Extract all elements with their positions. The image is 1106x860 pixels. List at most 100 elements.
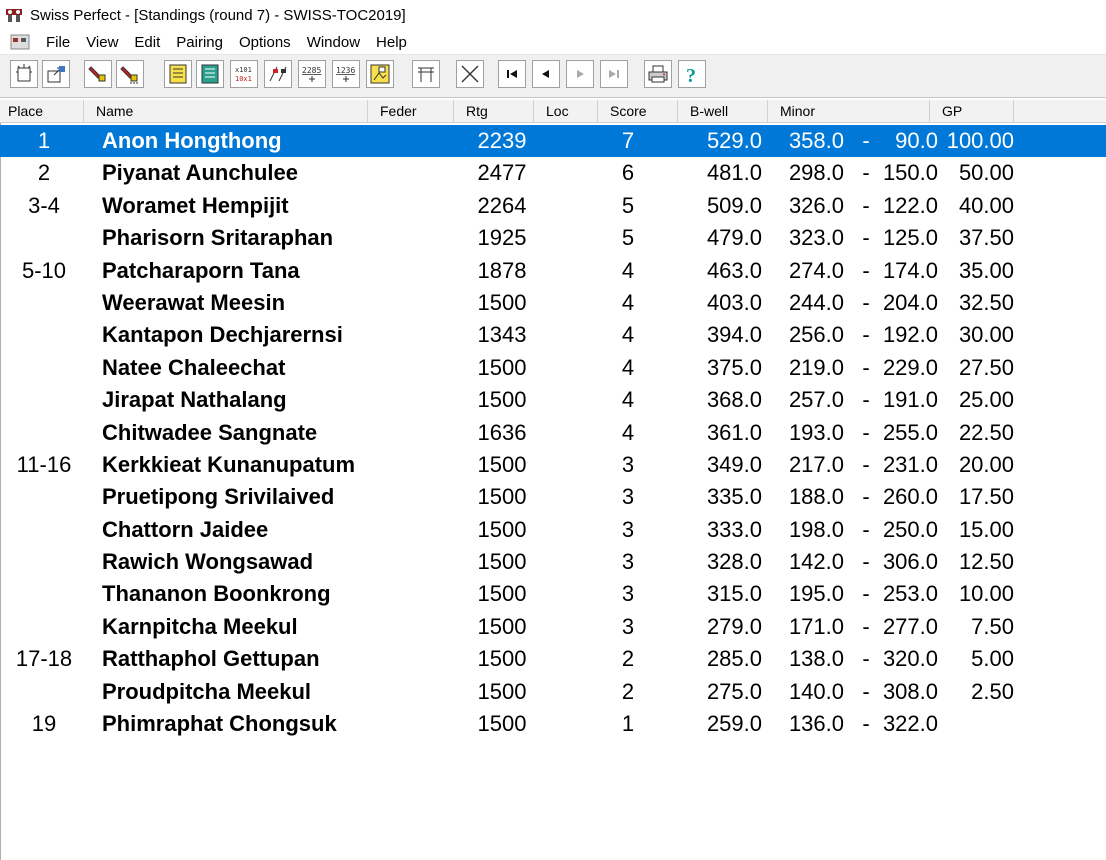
grid-numbers-button[interactable]: x101 10x1 — [230, 60, 258, 88]
cell-rtg: 1500 — [477, 711, 527, 737]
svg-text:x101: x101 — [235, 66, 252, 74]
svg-text:?: ? — [686, 65, 696, 85]
cell-minor-a: 323.0 — [788, 225, 844, 251]
cell-minor-b: 90.0 — [895, 128, 938, 153]
new-icon — [16, 64, 32, 82]
previous-round-icon — [542, 70, 549, 78]
last-round-button[interactable] — [600, 60, 628, 88]
table-row[interactable]: Rawich Wongsawad 1500 3 328.0 142.0 - 30… — [0, 546, 1106, 578]
new-button[interactable] — [10, 60, 38, 88]
column-header: Place Name Feder Rtg Loc Score B-well Mi… — [0, 100, 1106, 123]
cell-score: 4 — [621, 387, 635, 413]
cell-name: Kerkkieat Kunanupatum — [102, 451, 356, 477]
cell-rtg: 2239 — [477, 128, 527, 153]
ratings-2285-button[interactable]: 2285 — [298, 60, 326, 88]
table-row[interactable]: Thananon Boonkrong 1500 3 315.0 195.0 - … — [0, 578, 1106, 610]
crossed-swords-icon — [461, 65, 479, 83]
select-more-button[interactable] — [116, 60, 144, 88]
cell-name: Phimraphat Chongsuk — [102, 711, 337, 737]
next-round-icon — [577, 70, 584, 78]
table-row[interactable]: 1 Anon Hongthong 2239 7 529.0 358.0 - 90… — [0, 125, 1106, 158]
pairing-flags-button[interactable] — [264, 60, 292, 88]
print-button[interactable] — [644, 60, 672, 88]
cell-minor-a: 138.0 — [788, 646, 844, 672]
menu-options[interactable]: Options — [231, 34, 299, 51]
col-place[interactable]: Place — [0, 100, 84, 122]
cell-gp: 20.00 — [958, 451, 1014, 477]
document-menu-icon[interactable] — [10, 34, 30, 50]
first-round-button[interactable] — [498, 60, 526, 88]
cell-gp: 100.00 — [946, 128, 1014, 153]
first-round-icon — [507, 70, 517, 78]
col-rtg[interactable]: Rtg — [454, 100, 534, 122]
cell-rtg: 2264 — [477, 192, 527, 218]
cell-minor-a: 244.0 — [788, 289, 844, 315]
table-row[interactable]: 19 Phimraphat Chongsuk 1500 1 259.0 136.… — [0, 708, 1106, 740]
table-row[interactable]: 5-10 Patcharaporn Tana 1878 4 463.0 274.… — [0, 255, 1106, 287]
col-score[interactable]: Score — [598, 100, 678, 122]
cell-rtg: 1500 — [477, 484, 527, 510]
menu-file[interactable]: File — [38, 34, 78, 51]
cell-score: 7 — [621, 128, 635, 153]
help-button[interactable]: ? — [678, 60, 706, 88]
table-row[interactable]: 3-4 Woramet Hempijit 2264 5 509.0 326.0 … — [0, 190, 1106, 222]
scoresheet-button[interactable] — [164, 60, 192, 88]
table-button[interactable] — [412, 60, 440, 88]
cell-bwell: 275.0 — [706, 678, 762, 704]
table-row[interactable]: Kantapon Dechjarernsi 1343 4 394.0 256.0… — [0, 319, 1106, 351]
cell-rtg: 1500 — [477, 516, 527, 542]
picture-button[interactable] — [366, 60, 394, 88]
table-row[interactable]: 17-18 Ratthaphol Gettupan 1500 2 285.0 1… — [0, 643, 1106, 675]
col-name[interactable]: Name — [84, 100, 368, 122]
cell-minor-b: 150.0 — [882, 160, 938, 186]
table-row[interactable]: 2 Piyanat Aunchulee 2477 6 481.0 298.0 -… — [0, 157, 1106, 189]
menu-edit[interactable]: Edit — [126, 34, 168, 51]
table-row[interactable]: Weerawat Meesin 1500 4 403.0 244.0 - 204… — [0, 287, 1106, 319]
table-row[interactable]: Proudpitcha Meekul 1500 2 275.0 140.0 - … — [0, 676, 1106, 708]
cell-bwell: 315.0 — [706, 581, 762, 607]
table-row[interactable]: Jirapat Nathalang 1500 4 368.0 257.0 - 1… — [0, 384, 1106, 416]
table-row[interactable]: Chitwadee Sangnate 1636 4 361.0 193.0 - … — [0, 417, 1106, 449]
cell-gp: 10.00 — [958, 581, 1014, 607]
cell-gp: 22.50 — [958, 419, 1014, 445]
col-bwell[interactable]: B-well — [678, 100, 768, 122]
cell-minor-b: 229.0 — [882, 354, 938, 380]
table-row[interactable]: 11-16 Kerkkieat Kunanupatum 1500 3 349.0… — [0, 449, 1106, 481]
col-gp[interactable]: GP — [930, 100, 1014, 122]
col-feder[interactable]: Feder — [368, 100, 454, 122]
table-row[interactable]: Natee Chaleechat 1500 4 375.0 219.0 - 22… — [0, 352, 1106, 384]
cell-minor-b: 306.0 — [882, 549, 938, 575]
select-tool-button[interactable] — [84, 60, 112, 88]
cell-name: Anon Hongthong — [102, 128, 282, 153]
cell-rtg: 1500 — [477, 354, 527, 380]
cell-rtg: 1500 — [477, 613, 527, 639]
table-row[interactable]: Pruetipong Srivilaived 1500 3 335.0 188.… — [0, 481, 1106, 513]
col-loc[interactable]: Loc — [534, 100, 598, 122]
cell-bwell: 333.0 — [706, 516, 762, 542]
cell-score: 4 — [621, 257, 635, 283]
cell-name: Weerawat Meesin — [102, 289, 286, 315]
previous-round-button[interactable] — [532, 60, 560, 88]
table-row[interactable]: Karnpitcha Meekul 1500 3 279.0 171.0 - 2… — [0, 611, 1106, 643]
crossed-swords-button[interactable] — [456, 60, 484, 88]
next-round-button[interactable] — [566, 60, 594, 88]
menu-view[interactable]: View — [78, 34, 126, 51]
col-minor[interactable]: Minor — [768, 100, 930, 122]
table-list-button[interactable] — [196, 60, 224, 88]
open-icon — [47, 66, 65, 83]
pairing-flags-icon — [269, 66, 287, 82]
cell-score: 4 — [621, 419, 635, 445]
open-button[interactable] — [42, 60, 70, 88]
cell-name: Thananon Boonkrong — [102, 581, 331, 607]
menu-pairing[interactable]: Pairing — [168, 34, 231, 51]
cell-score: 2 — [621, 678, 635, 704]
cell-gp: 2.50 — [971, 678, 1014, 704]
menu-help[interactable]: Help — [368, 34, 415, 51]
cell-minor-b: 322.0 — [882, 711, 938, 737]
cell-place: 11-16 — [16, 451, 72, 477]
ratings-1236-button[interactable]: 1236 — [332, 60, 360, 88]
table-row[interactable]: Chattorn Jaidee 1500 3 333.0 198.0 - 250… — [0, 514, 1106, 546]
cell-place — [10, 287, 78, 319]
menu-window[interactable]: Window — [299, 34, 368, 51]
table-row[interactable]: Pharisorn Sritaraphan 1925 5 479.0 323.0… — [0, 222, 1106, 254]
